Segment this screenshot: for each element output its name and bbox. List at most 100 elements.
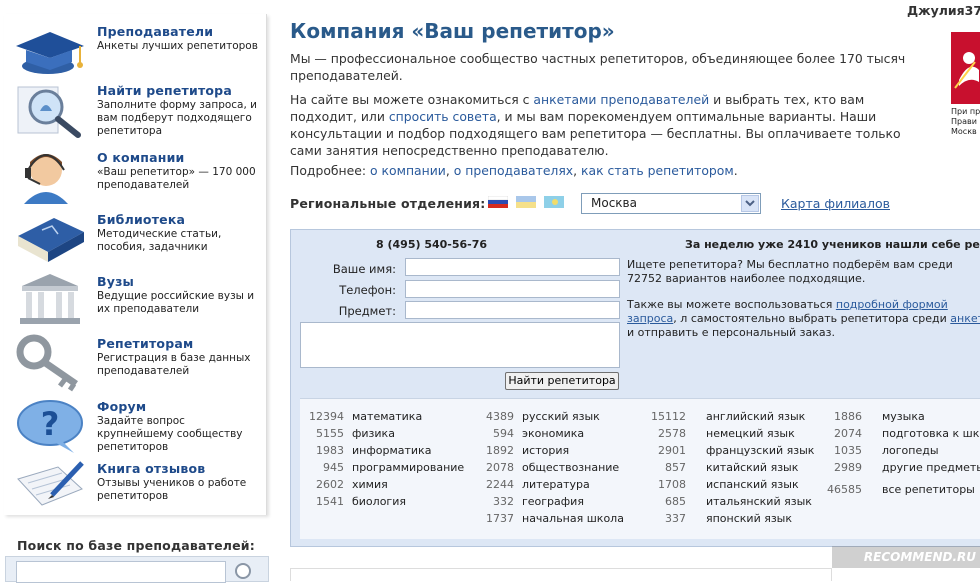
graduation-cap-icon — [16, 32, 84, 74]
become-tutor-link[interactable]: как стать репетитором — [581, 163, 734, 178]
subject-field-label: Предмет: — [338, 304, 396, 318]
subject-name[interactable]: экономика — [522, 427, 584, 440]
sidebar-item-desc: Регистрация в базе данных преподавателей — [97, 352, 251, 377]
find-tutor-button[interactable]: Найти репетитора — [505, 372, 619, 390]
sidebar-item-title[interactable]: Библиотека — [97, 212, 185, 227]
sidebar-item-title[interactable]: Вузы — [97, 274, 134, 289]
subject-count: 594 — [493, 427, 514, 440]
branches-map-link[interactable]: Карта филиалов — [781, 196, 890, 211]
subject-count: 5155 — [316, 427, 344, 440]
sidebar-item-title[interactable]: Найти репетитора — [97, 83, 232, 98]
ukraine-flag-icon[interactable] — [516, 196, 536, 208]
request-message-textarea[interactable] — [300, 322, 620, 368]
about-teachers-link[interactable]: о преподавателях — [454, 163, 573, 178]
sidebar-menu: Преподаватели Анкеты лучших репетиторов … — [4, 14, 267, 515]
subject-count: 1886 — [834, 410, 862, 423]
region-dropdown[interactable]: Москва — [581, 193, 761, 214]
subject-name[interactable]: биология — [352, 495, 406, 508]
user-name[interactable]: Джулия37 — [907, 3, 980, 18]
subject-name[interactable]: подготовка к шко — [882, 427, 980, 440]
subject-name[interactable]: все репетиторы — [882, 483, 975, 496]
subject-name[interactable]: история — [522, 444, 569, 457]
subject-name[interactable]: французский язык — [706, 444, 814, 457]
separator: , — [573, 163, 582, 178]
subject-name[interactable]: физика — [352, 427, 395, 440]
search-icon[interactable] — [232, 561, 254, 581]
subject-name[interactable]: география — [522, 495, 584, 508]
sidebar-item-desc: Анкеты лучших репетиторов — [97, 40, 258, 52]
ask-advice-link[interactable]: спросить совета — [389, 109, 497, 124]
svg-text:?: ? — [41, 405, 60, 443]
moscow-coat-of-arms-icon[interactable] — [951, 32, 980, 104]
sidebar-item-library[interactable]: Библиотека Методические статьи, пособия,… — [4, 210, 266, 270]
subject-count: 2078 — [486, 461, 514, 474]
phone-field-label: Телефон: — [339, 283, 396, 297]
separator: . — [733, 163, 738, 178]
book-icon — [18, 218, 84, 262]
subject-name[interactable]: математика — [352, 410, 422, 423]
logo-caption: При пре Прави Москв — [951, 107, 980, 136]
phone-field[interactable] — [405, 280, 620, 298]
sidebar-item-title[interactable]: Преподаватели — [97, 24, 213, 39]
sidebar-item-title[interactable]: Книга отзывов — [97, 461, 205, 476]
sidebar-item-desc: Ведущие российские вузы и их преподавате… — [97, 290, 255, 315]
kazakhstan-flag-icon[interactable] — [544, 196, 564, 208]
contact-phone: 8 (495) 540-56-76 — [376, 238, 488, 251]
subject-name[interactable]: музыка — [882, 410, 925, 423]
profiles-link[interactable]: анкет — [950, 312, 980, 325]
subject-name[interactable]: китайский язык — [706, 461, 798, 474]
sidebar-item-teachers[interactable]: Преподаватели Анкеты лучших репетиторов — [4, 22, 266, 82]
sidebar-item-title[interactable]: Форум — [97, 399, 146, 414]
subject-count: 2602 — [316, 478, 344, 491]
university-building-icon — [20, 274, 80, 324]
sidebar-item-desc: «Ваш репетитор» — 170 000 преподавателей — [97, 166, 256, 191]
subject-name[interactable]: немецкий язык — [706, 427, 795, 440]
chevron-down-icon[interactable] — [741, 195, 759, 212]
subject-count: 2244 — [486, 478, 514, 491]
info-text: Ищете репетитора? Мы бесплатно подберём … — [627, 258, 953, 285]
teacher-search-input[interactable] — [16, 561, 226, 583]
subject-count: 1035 — [834, 444, 862, 457]
subject-count: 4389 — [486, 410, 514, 423]
region-selected-value: Москва — [591, 196, 637, 210]
subject-field[interactable] — [405, 301, 620, 319]
info-text-part: , л самостоятельно выбрать репетитора ср… — [673, 312, 951, 325]
subject-name[interactable]: информатика — [352, 444, 431, 457]
about-company-link[interactable]: о компании — [370, 163, 446, 178]
subject-name[interactable]: испанский язык — [706, 478, 799, 491]
info-text-part: Также вы можете воспользоваться — [627, 298, 836, 311]
notebook-pen-icon — [17, 461, 84, 506]
watermark: RECOMMEND.RU — [832, 546, 980, 568]
separator: , — [445, 163, 454, 178]
subject-name[interactable]: обществознание — [522, 461, 619, 474]
sidebar-item-desc: Методические статьи, пособия, задачники — [97, 228, 222, 253]
subject-name[interactable]: литература — [522, 478, 590, 491]
sidebar-item-find-tutor[interactable]: Найти репетитора Заполните форму запроса… — [4, 81, 266, 141]
info-text-part: и отправить е персональный заказ. — [627, 326, 835, 339]
subject-name[interactable]: программирование — [352, 461, 464, 474]
subject-name[interactable]: японский язык — [706, 512, 792, 525]
sidebar-item-for-tutors[interactable]: Репетиторам Регистрация в базе данных пр… — [4, 334, 266, 394]
sidebar-item-forum[interactable]: ? Форум Задайте вопрос крупнейшему сообщ… — [4, 397, 266, 457]
teacher-search-label: Поиск по базе преподавателей: — [17, 538, 255, 553]
subject-count: 1983 — [316, 444, 344, 457]
subject-name[interactable]: начальная школа — [522, 512, 624, 525]
subject-count: 945 — [323, 461, 344, 474]
subject-name[interactable]: английский язык — [706, 410, 805, 423]
sidebar-item-title[interactable]: Репетиторам — [97, 336, 193, 351]
subject-name[interactable]: русский язык — [522, 410, 600, 423]
sidebar-item-title[interactable]: О компании — [97, 150, 185, 165]
teacher-profiles-link[interactable]: анкетами преподавателей — [533, 92, 709, 107]
russia-flag-icon[interactable] — [488, 196, 508, 208]
subject-count: 2074 — [834, 427, 862, 440]
subject-name[interactable]: логопеды — [882, 444, 939, 457]
name-field[interactable] — [405, 258, 620, 276]
paragraph-text: На сайте вы можете ознакомиться с — [290, 92, 534, 107]
sidebar-item-universities[interactable]: Вузы Ведущие российские вузы и их препод… — [4, 272, 266, 332]
subject-name[interactable]: итальянский язык — [706, 495, 812, 508]
sidebar-item-about[interactable]: О компании «Ваш репетитор» — 170 000 пре… — [4, 148, 266, 208]
subject-name[interactable]: другие предметы — [882, 461, 980, 474]
subject-count: 857 — [665, 461, 686, 474]
subject-name[interactable]: химия — [352, 478, 388, 491]
sidebar-item-reviews[interactable]: Книга отзывов Отзывы учеников о работе р… — [4, 459, 266, 519]
